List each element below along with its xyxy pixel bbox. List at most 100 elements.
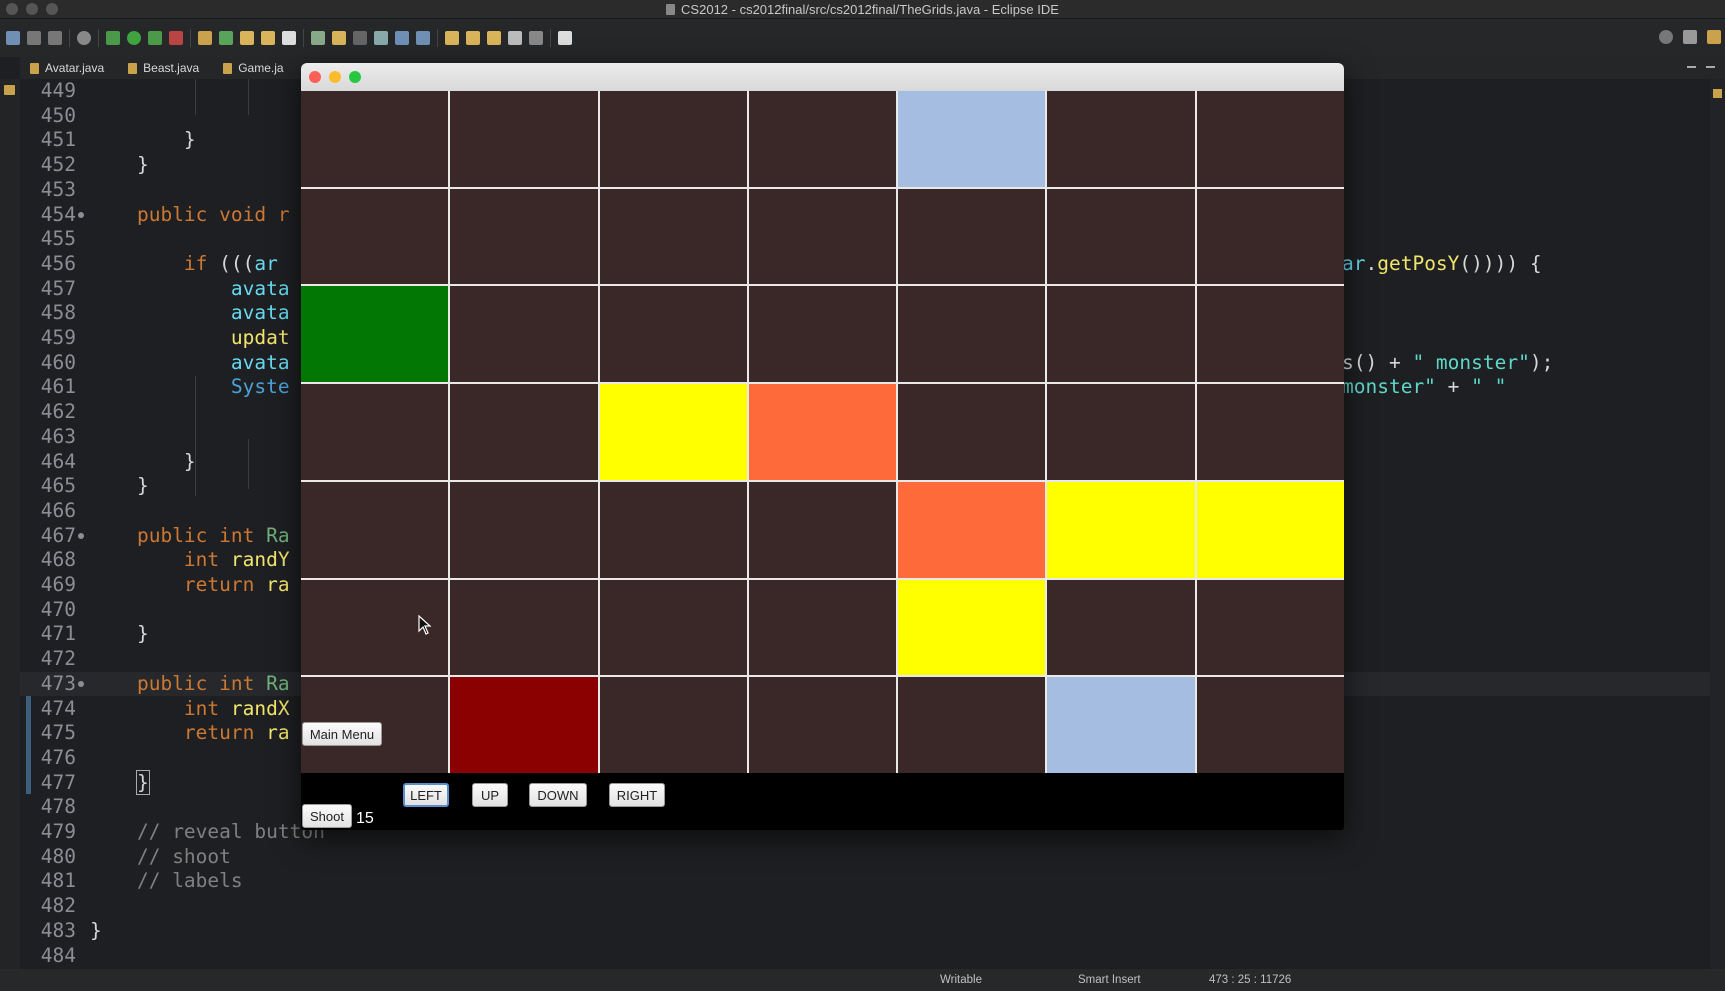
run-icon[interactable] [127, 31, 141, 45]
maximize-icon[interactable] [1706, 66, 1715, 68]
minimize-window-button[interactable] [329, 71, 341, 83]
mouse-pointer-icon [418, 615, 432, 635]
code-line[interactable]: 481 // labels [20, 869, 1710, 894]
fold-toggle-icon[interactable] [78, 532, 84, 539]
tab-game-java[interactable]: Game.ja [213, 57, 297, 79]
line-number: 451 [40, 128, 76, 152]
status-bar: Writable Smart Insert 473 : 25 : 11726 [0, 969, 1725, 991]
grid-cell [748, 91, 897, 187]
new-package-icon[interactable] [219, 31, 233, 45]
open-perspective-icon[interactable] [1683, 30, 1697, 44]
line-number: 478 [40, 795, 76, 819]
down-button[interactable]: DOWN [529, 783, 587, 807]
grid-cell [1196, 384, 1344, 480]
line-number: 477 [40, 770, 76, 794]
close-window-button[interactable] [309, 71, 321, 83]
grid-cell [898, 677, 1046, 773]
debug-icon[interactable] [106, 31, 120, 45]
grid-cell [1196, 188, 1344, 285]
last-edit-location-icon[interactable] [487, 31, 501, 45]
code-line[interactable]: 483} [20, 919, 1710, 944]
line-number: 475 [40, 721, 76, 745]
coverage-icon[interactable] [148, 31, 162, 45]
line-number: 483 [40, 918, 76, 942]
forward-arrow-icon[interactable] [529, 31, 543, 45]
save-icon[interactable] [27, 31, 41, 45]
right-button[interactable]: RIGHT [609, 783, 665, 807]
up-button[interactable]: UP [472, 783, 508, 807]
new-java-project-icon[interactable] [198, 31, 212, 45]
external-tools-icon[interactable] [169, 31, 183, 45]
search-icon[interactable] [1659, 30, 1673, 44]
line-number: 470 [40, 597, 76, 621]
toolbar-separator [437, 29, 438, 47]
status-writable: Writable [940, 974, 982, 986]
code-text: } [90, 474, 149, 498]
code-line[interactable]: 480 // shoot [20, 845, 1710, 870]
terminal-icon[interactable] [558, 31, 572, 45]
grid-cell-yellow [599, 384, 747, 480]
open-type-icon[interactable] [240, 31, 254, 45]
code-text: avata [230, 301, 290, 325]
grid-cell-light-blue [898, 91, 1046, 187]
code-text: if (((ar [183, 251, 278, 275]
next-annotation-icon[interactable] [445, 31, 459, 45]
package-explorer-icon[interactable] [4, 85, 15, 95]
toolbar-separator [550, 29, 551, 47]
maximize-window-button[interactable] [46, 3, 58, 15]
grid-cell [599, 481, 747, 578]
document-icon [666, 3, 676, 15]
fold-toggle-icon[interactable] [78, 680, 84, 687]
java-perspective-icon[interactable] [1707, 30, 1721, 44]
annotation-icon[interactable] [311, 31, 325, 45]
tab-avatar-java[interactable]: Avatar.java [20, 57, 118, 79]
grid-cell [1047, 91, 1195, 187]
code-text: } [90, 153, 149, 177]
overview-ruler[interactable] [1710, 79, 1725, 969]
block-selection-icon[interactable] [395, 31, 409, 45]
shoot-button[interactable]: Shoot [302, 804, 352, 828]
grid-cell [599, 677, 747, 773]
grid-cell [748, 677, 897, 773]
toolbar-separator [98, 29, 99, 47]
status-insert-mode: Smart Insert [1078, 974, 1141, 986]
new-file-icon[interactable] [6, 31, 20, 45]
previous-annotation-icon[interactable] [466, 31, 480, 45]
line-number: 469 [40, 573, 76, 596]
open-task-icon[interactable] [261, 31, 275, 45]
line-number: 453 [40, 177, 76, 201]
highlight-icon[interactable] [332, 31, 346, 45]
grid-cell [1047, 286, 1195, 383]
code-line[interactable]: 482 [20, 894, 1710, 919]
code-line[interactable]: 484 [20, 944, 1710, 969]
left-button[interactable]: LEFT [403, 783, 449, 807]
line-number: 463 [40, 424, 76, 448]
maximize-window-button[interactable] [349, 71, 361, 83]
grid-cell [450, 384, 598, 480]
fold-toggle-icon[interactable] [78, 211, 84, 218]
save-all-icon[interactable] [48, 31, 62, 45]
close-window-button[interactable] [6, 3, 18, 15]
line-number: 481 [40, 869, 76, 893]
grid-cell-dark-red [450, 677, 598, 773]
tab-label: Beast.java [143, 61, 200, 75]
back-arrow-icon[interactable] [508, 31, 522, 45]
grid-cell [301, 481, 449, 578]
minimize-window-button[interactable] [26, 3, 38, 15]
grid-cell [1196, 579, 1344, 676]
search-tool-icon[interactable] [282, 31, 296, 45]
tab-label: Avatar.java [45, 61, 105, 75]
main-menu-button[interactable]: Main Menu [302, 722, 382, 746]
show-whitespace-icon[interactable] [416, 31, 430, 45]
minimize-icon[interactable] [1687, 66, 1696, 68]
line-number: 461 [40, 375, 76, 399]
toggle-mark-icon[interactable] [374, 31, 388, 45]
game-window: Main Menu LEFT UP DOWN RIGHT Shoot 15 [301, 63, 1344, 830]
grid-cell [748, 286, 897, 383]
skip-breakpoints-icon[interactable] [77, 31, 91, 45]
window-controls [6, 3, 58, 15]
warning-marker-icon[interactable] [1713, 89, 1722, 98]
grid-cell [898, 384, 1046, 480]
toggle-breadcrumb-icon[interactable] [353, 31, 367, 45]
tab-beast-java[interactable]: Beast.java [118, 57, 213, 79]
